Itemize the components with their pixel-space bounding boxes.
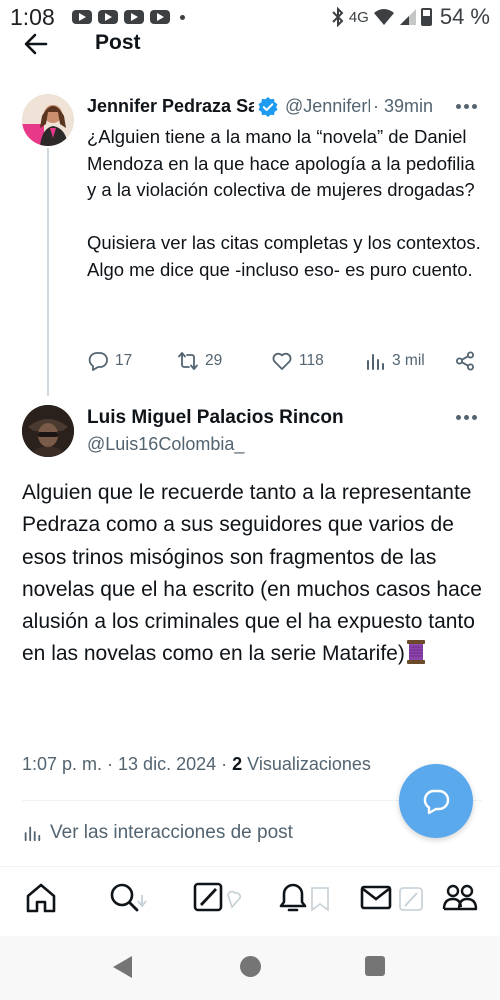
avatar[interactable] xyxy=(22,94,74,146)
nav-home-button[interactable] xyxy=(240,956,261,977)
post-time: · 39min xyxy=(373,96,434,116)
youtube-icon xyxy=(124,10,144,24)
reply-icon xyxy=(88,352,108,371)
bottom-tab-bar xyxy=(0,866,500,934)
top-bar: Post xyxy=(0,26,500,66)
interactions-link-label: Ver las interacciones de post xyxy=(50,822,293,843)
post-header: Jennifer Pedraza Sandoval @JenniferPedra… xyxy=(87,96,482,120)
search-icon xyxy=(110,883,147,912)
notification-icons xyxy=(72,10,185,24)
youtube-icon xyxy=(72,10,92,24)
views-button[interactable]: 3 mil xyxy=(364,350,425,372)
reply-count: 17 xyxy=(115,352,133,369)
post-interactions-link[interactable]: Ver las interacciones de post xyxy=(22,822,293,844)
more-options-icon[interactable] xyxy=(456,415,478,421)
youtube-icon xyxy=(150,10,170,24)
system-navigation-bar xyxy=(0,936,500,1000)
home-icon xyxy=(26,883,56,913)
repost-count: 29 xyxy=(205,352,223,369)
tab-home[interactable] xyxy=(24,881,58,915)
grok-icon xyxy=(193,882,241,912)
avatar-image xyxy=(22,405,74,457)
views-count: 2 xyxy=(232,754,243,774)
nav-back-button[interactable] xyxy=(113,956,132,978)
share-icon xyxy=(456,351,474,371)
tab-communities[interactable] xyxy=(442,881,478,915)
analytics-icon xyxy=(24,826,41,842)
heart-icon xyxy=(272,352,292,370)
reply-text-block: Alguien que le recuerde tanto a la repre… xyxy=(22,477,482,671)
tab-search[interactable] xyxy=(108,881,152,915)
reply-button[interactable]: 17 xyxy=(87,350,132,372)
tab-grok[interactable] xyxy=(192,881,242,915)
thread-spool-icon xyxy=(406,640,425,665)
tab-notifications[interactable] xyxy=(276,881,332,915)
post-timestamp: 1:07 p. m. · 13 dic. 2024 · xyxy=(22,754,228,774)
nav-recents-button[interactable] xyxy=(365,956,385,976)
thread-line xyxy=(47,148,49,396)
post-actions: 17 29 118 3 mil xyxy=(87,350,482,376)
wifi-icon xyxy=(373,9,394,25)
post-text: ¿Alguien tiene a la mano la “novela” de … xyxy=(87,126,481,280)
reply-fab-button[interactable] xyxy=(399,764,473,838)
messages-icon xyxy=(360,885,423,911)
bluetooth-icon xyxy=(332,7,344,27)
arrow-left-icon[interactable] xyxy=(22,30,50,58)
repost-button[interactable]: 29 xyxy=(177,350,222,372)
like-count: 118 xyxy=(299,352,324,369)
reply-bubble-icon xyxy=(423,789,450,815)
avatar-image xyxy=(22,94,74,146)
author-name[interactable]: Jennifer Pedraza Sandoval xyxy=(87,96,254,117)
analytics-icon xyxy=(367,354,384,370)
post-meta: 1:07 p. m. · 13 dic. 2024 · 2 Visualizac… xyxy=(22,754,371,775)
notifications-icon xyxy=(279,883,329,912)
communities-icon xyxy=(442,884,478,911)
avatar[interactable] xyxy=(22,405,74,457)
network-type: 4G xyxy=(348,8,369,26)
author-handle[interactable]: @Luis16Colombia_ xyxy=(87,434,244,455)
post-time-value: 39min xyxy=(384,96,434,116)
battery-icon xyxy=(420,8,432,26)
reply-text: Alguien que le recuerde tanto a la repre… xyxy=(22,481,482,666)
more-options-icon[interactable] xyxy=(456,104,478,110)
views-count: 3 mil xyxy=(392,352,425,369)
like-button[interactable]: 118 xyxy=(271,350,324,372)
verified-badge-icon xyxy=(258,97,278,117)
signal-icon xyxy=(399,9,416,25)
page-title: Post xyxy=(95,31,141,54)
author-name[interactable]: Luis Miguel Palacios Rincon xyxy=(87,407,344,429)
author-handle[interactable]: @JenniferPedraza xyxy=(285,96,370,117)
views-label[interactable]: Visualizaciones xyxy=(247,754,371,774)
share-button[interactable] xyxy=(454,350,476,372)
more-notifications-dot xyxy=(180,15,185,20)
youtube-icon xyxy=(98,10,118,24)
repost-icon xyxy=(178,352,198,370)
tab-messages[interactable] xyxy=(360,881,426,915)
